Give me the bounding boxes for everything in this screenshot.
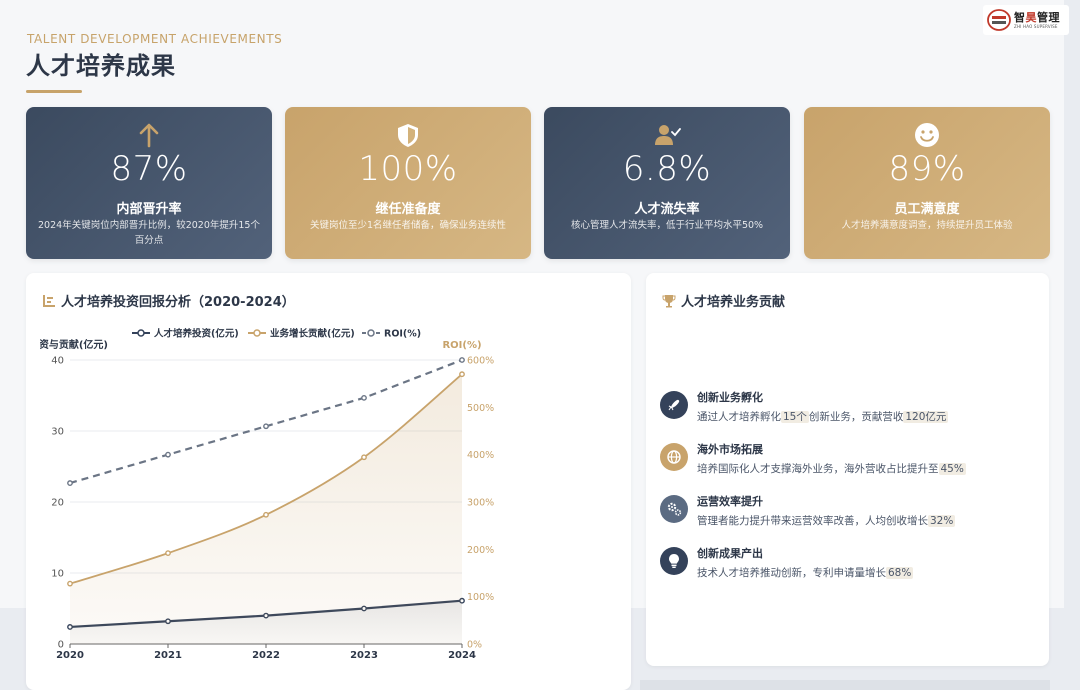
highlight-value: 15个	[781, 411, 809, 423]
contrib-item-desc: 培养国际化人才支撑海外业务，海外营收占比提升至 45%	[697, 463, 966, 475]
title-underline	[26, 90, 82, 93]
contrib-item-title: 创新成果产出	[697, 547, 763, 560]
contrib-item-desc: 技术人才培养推动创新，专利申请量增长 68%	[697, 567, 914, 579]
roi-analysis-panel: 人才培养投资回报分析（2020-2024）	[26, 273, 631, 690]
chart-bar-icon	[43, 294, 55, 307]
contrib-panel-title-text: 人才培养业务贡献	[681, 295, 786, 310]
highlight-value: 45%	[938, 463, 966, 475]
kpi-description: 关键岗位至少1名继任者储备，确保业务连续性	[309, 220, 507, 231]
globe-icon	[660, 443, 688, 471]
kpi-value: 6.8%	[622, 149, 712, 189]
arrow-up-icon	[139, 123, 159, 148]
kpi-description: 核心管理人才流失率，低于行业平均水平50%	[570, 220, 764, 231]
contrib-item-operational-efficiency: 运营效率提升 管理者能力提升带来运营效率改善，人均创收增长 32%	[660, 493, 1040, 533]
kpi-label: 员工满意度	[894, 202, 960, 217]
kpi-card-promotion-rate: 87% 内部晋升率 2024年关键岗位内部晋升比例，较2020年提升15个百分点	[26, 107, 272, 259]
business-contribution-panel: 人才培养业务贡献 创新业务孵化 通过人才培养孵化 15个 创新业务，贡献营收 120亿…	[646, 273, 1049, 666]
roi-panel-title: 人才培养投资回报分析（2020-2024）	[42, 291, 295, 310]
kpi-card-employee-satisfaction: 89% 员工满意度 人才培养满意度调查，持续提升员工体验	[804, 107, 1050, 259]
logo-english-text: ZHI HAO SUPERVISE	[1014, 24, 1058, 29]
bottom-strip	[640, 680, 1050, 690]
gears-icon	[660, 495, 688, 523]
kpi-card-attrition-rate: 6.8% 人才流失率 核心管理人才流失率，低于行业平均水平50%	[544, 107, 790, 259]
kpi-value: 89%	[888, 149, 966, 189]
contrib-panel-title: 人才培养业务贡献	[662, 291, 785, 310]
kpi-value: 87%	[110, 149, 188, 189]
smile-icon	[915, 123, 939, 147]
contrib-item-title: 运营效率提升	[697, 495, 763, 508]
kpi-value: 100%	[358, 149, 458, 189]
highlight-value: 68%	[886, 567, 914, 579]
page-subtitle: TALENT DEVELOPMENT ACHIEVEMENTS	[27, 32, 283, 46]
contrib-item-title: 创新业务孵化	[697, 391, 763, 404]
logo-chinese-text: 智昊管理	[1014, 11, 1060, 24]
kpi-label: 内部晋升率	[116, 202, 182, 217]
logo-mark-icon	[987, 9, 1011, 31]
rocket-icon	[660, 391, 688, 419]
highlight-value: 32%	[928, 515, 956, 527]
company-logo: 智昊管理 ZHI HAO SUPERVISE	[983, 5, 1069, 35]
lightbulb-icon	[660, 547, 688, 575]
kpi-description: 2024年关键岗位内部晋升比例，较2020年提升15个百分点	[38, 220, 260, 246]
contrib-item-desc: 通过人才培养孵化 15个 创新业务，贡献营收 120亿元	[697, 411, 949, 423]
kpi-label: 人才流失率	[634, 202, 700, 217]
contrib-item-title: 海外市场拓展	[697, 443, 763, 456]
page-title: 人才培养成果	[26, 52, 176, 80]
highlight-value: 120亿元	[903, 411, 949, 423]
kpi-card-succession-readiness: 100% 继任准备度 关键岗位至少1名继任者储备，确保业务连续性	[285, 107, 531, 259]
contrib-item-innovation-incubation: 创新业务孵化 通过人才培养孵化 15个 创新业务，贡献营收 120亿元	[660, 389, 1040, 429]
roi-panel-title-text: 人才培养投资回报分析（2020-2024）	[61, 295, 295, 310]
contrib-item-desc: 管理者能力提升带来运营效率改善，人均创收增长 32%	[697, 515, 956, 527]
kpi-label: 继任准备度	[375, 202, 441, 217]
trophy-icon	[662, 294, 676, 307]
shield-icon	[398, 124, 418, 147]
kpi-description: 人才培养满意度调查，持续提升员工体验	[841, 220, 1013, 231]
user-check-icon	[655, 125, 681, 145]
contrib-item-overseas-expansion: 海外市场拓展 培养国际化人才支撑海外业务，海外营收占比提升至 45%	[660, 441, 1040, 481]
contrib-item-innovation-output: 创新成果产出 技术人才培养推动创新，专利申请量增长 68%	[660, 545, 1040, 585]
